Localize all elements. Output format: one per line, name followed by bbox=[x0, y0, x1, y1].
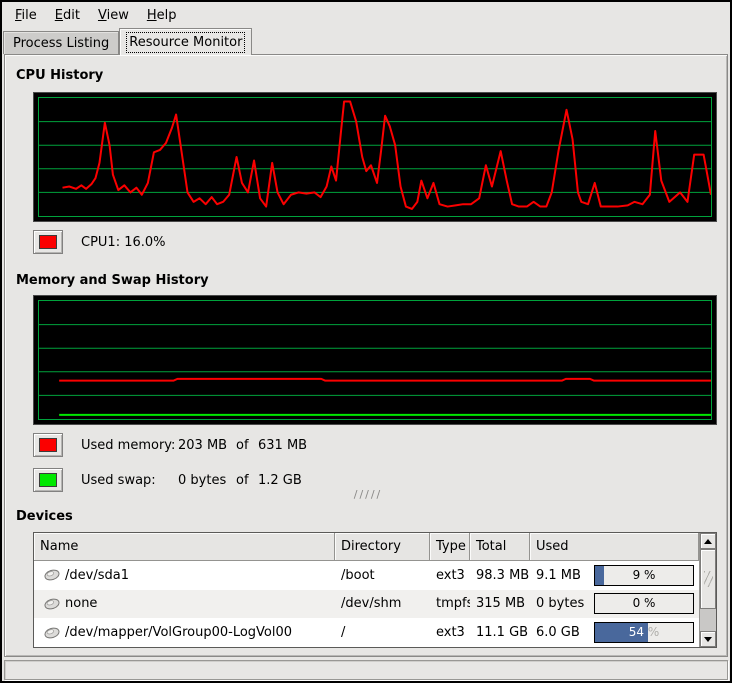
menu-help[interactable]: Help bbox=[138, 4, 186, 27]
device-type: ext3 bbox=[430, 561, 470, 590]
drive-icon bbox=[43, 597, 61, 611]
table-row[interactable]: /dev/sda1 /boot ext3 98.3 MB 9.1 MB 9 % … bbox=[34, 561, 699, 590]
cpu-legend-label: CPU1: 16.0% bbox=[81, 235, 166, 250]
scroll-down-button[interactable] bbox=[700, 631, 716, 647]
device-used: 6.0 GB bbox=[536, 625, 592, 640]
device-directory: /dev/shm bbox=[335, 590, 430, 619]
memory-total-value: 631 MB bbox=[258, 438, 307, 453]
menu-view[interactable]: View bbox=[89, 4, 138, 27]
device-type: ext3 bbox=[430, 618, 470, 647]
column-header-used[interactable]: Used bbox=[530, 533, 699, 561]
scrollbar-thumb[interactable] bbox=[700, 549, 716, 609]
memory-color-swatch bbox=[39, 438, 57, 452]
table-row[interactable]: /dev/mapper/VolGroup00-LogVol00 / ext3 1… bbox=[34, 618, 699, 647]
device-used: 9.1 MB bbox=[536, 568, 592, 583]
column-header-type[interactable]: Type bbox=[430, 533, 470, 561]
swap-used-value: 0 bytes bbox=[178, 473, 236, 488]
device-total: 11.1 GB bbox=[470, 618, 530, 647]
drive-icon bbox=[43, 626, 61, 640]
device-directory: / bbox=[335, 618, 430, 647]
device-total: 315 MB bbox=[470, 590, 530, 619]
devices-table: Name Directory Type Total Used /dev/sda1… bbox=[33, 532, 717, 648]
device-name: /dev/mapper/VolGroup00-LogVol00 bbox=[65, 625, 292, 640]
memory-of-label: of bbox=[236, 438, 258, 453]
column-header-directory[interactable]: Directory bbox=[335, 533, 430, 561]
devices-table-header: Name Directory Type Total Used bbox=[34, 533, 699, 561]
devices-title: Devices bbox=[16, 509, 73, 524]
tab-process-listing[interactable]: Process Listing bbox=[3, 31, 119, 54]
cpu-history-plot bbox=[38, 97, 712, 217]
device-name: none bbox=[65, 596, 97, 611]
pane-resize-grip[interactable]: ///// bbox=[346, 488, 390, 502]
notebook-tabs: Process Listing Resource Monitor bbox=[3, 28, 252, 54]
arrow-up-icon bbox=[704, 539, 712, 544]
swap-color-swatch bbox=[39, 473, 57, 487]
usage-progressbar: 54 % 54 % bbox=[594, 622, 694, 643]
swap-total-value: 1.2 GB bbox=[258, 473, 302, 488]
swap-legend: Used swap: 0 bytes of 1.2 GB bbox=[33, 468, 302, 492]
usage-progressbar: 9 % 9 % bbox=[594, 565, 694, 586]
device-directory: /boot bbox=[335, 561, 430, 590]
tab-resource-monitor[interactable]: Resource Monitor bbox=[119, 28, 252, 55]
scroll-up-button[interactable] bbox=[700, 533, 716, 549]
swap-color-button[interactable] bbox=[33, 468, 63, 492]
cpu-color-button[interactable] bbox=[33, 230, 63, 254]
cpu-color-swatch bbox=[39, 235, 57, 249]
memory-legend: Used memory: 203 MB of 631 MB bbox=[33, 433, 307, 457]
menu-edit[interactable]: Edit bbox=[46, 4, 89, 27]
swap-of-label: of bbox=[236, 473, 258, 488]
memory-used-value: 203 MB bbox=[178, 438, 236, 453]
scrollbar-trough[interactable] bbox=[700, 609, 716, 631]
usage-progressbar: 0 % 0 % bbox=[594, 593, 694, 614]
memory-color-button[interactable] bbox=[33, 433, 63, 457]
devices-scrollbar bbox=[699, 533, 716, 647]
memory-history-plot bbox=[38, 300, 712, 420]
arrow-down-icon bbox=[704, 637, 712, 642]
device-name: /dev/sda1 bbox=[65, 568, 129, 583]
cpu-history-title: CPU History bbox=[16, 68, 103, 83]
memory-legend-name: Used memory: bbox=[81, 438, 178, 453]
statusbar bbox=[4, 660, 728, 680]
cpu-legend: CPU1: 16.0% bbox=[33, 230, 166, 254]
table-row[interactable]: none /dev/shm tmpfs 315 MB 0 bytes 0 % 0… bbox=[34, 590, 699, 619]
column-header-total[interactable]: Total bbox=[470, 533, 530, 561]
cpu-history-graph bbox=[33, 92, 717, 222]
memory-history-graph bbox=[33, 295, 717, 425]
memory-history-title: Memory and Swap History bbox=[16, 273, 209, 288]
menu-file[interactable]: File bbox=[6, 4, 46, 27]
column-header-name[interactable]: Name bbox=[34, 533, 335, 561]
drive-icon bbox=[43, 568, 61, 582]
device-used: 0 bytes bbox=[536, 596, 592, 611]
system-monitor-window: File Edit View Help Process Listing Reso… bbox=[0, 0, 732, 683]
scrollbar-grip-icon bbox=[704, 571, 713, 587]
device-type: tmpfs bbox=[430, 590, 470, 619]
swap-legend-name: Used swap: bbox=[81, 473, 178, 488]
device-total: 98.3 MB bbox=[470, 561, 530, 590]
menubar: File Edit View Help bbox=[2, 2, 730, 28]
